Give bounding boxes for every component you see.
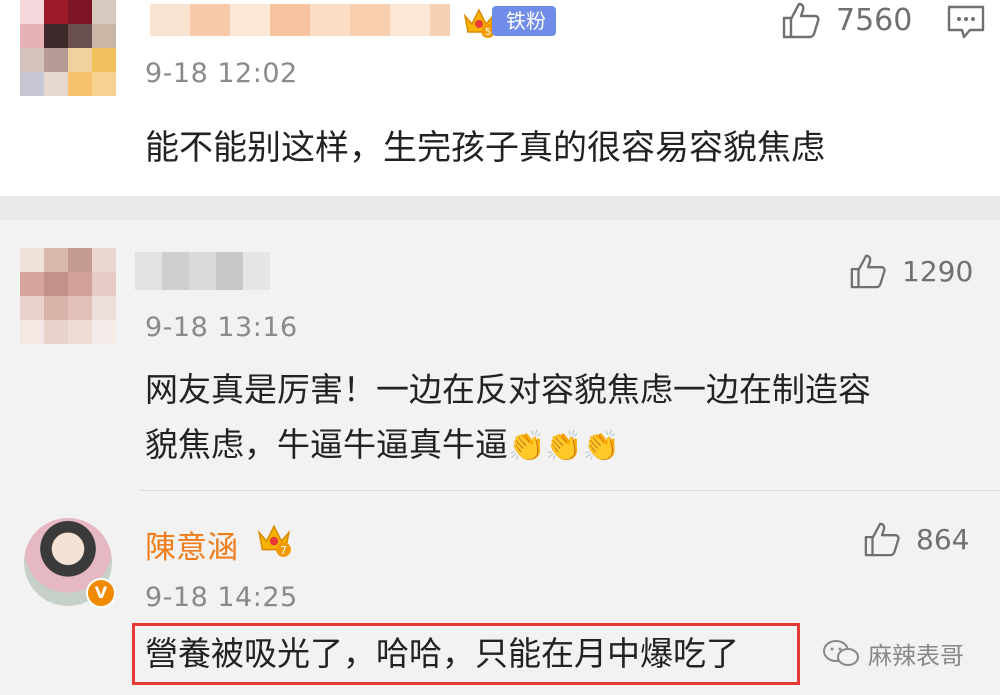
username-blurred[interactable]: [150, 4, 450, 36]
verified-badge: V: [86, 578, 116, 608]
username-blurred[interactable]: [135, 252, 270, 290]
crown-level-icon: 7: [257, 524, 291, 557]
avatar-blurred[interactable]: [20, 0, 116, 96]
section-divider: [0, 196, 1000, 220]
comment-text: 能不能别这样，生完孩子真的很容易容貌焦虑: [145, 128, 825, 168]
avatar-blurred[interactable]: [20, 248, 116, 344]
like-button[interactable]: 7560: [780, 0, 912, 40]
comment-text-line2-text: 貌焦虑，牛逼牛逼真牛逼: [145, 425, 508, 464]
reply-icon[interactable]: [946, 4, 986, 40]
fan-badge: 铁粉: [492, 6, 556, 36]
comment-time: 9-18 12:02: [145, 58, 298, 89]
comment-text-line1: 网友真是厉害！一边在反对容貌焦虑一边在制造容: [145, 370, 871, 409]
thumbs-up-icon: [864, 522, 900, 557]
crown-level: 5: [485, 27, 491, 38]
comment-separator: [140, 490, 1000, 491]
thumbs-up-icon: [782, 2, 820, 39]
comment-time: 9-18 13:16: [145, 312, 298, 343]
thumbs-up-icon: [850, 254, 886, 289]
crown-level-icon: 5: [463, 8, 495, 38]
like-count: 7560: [836, 2, 913, 38]
like-button[interactable]: 864: [862, 520, 969, 558]
watermark: 麻辣表哥: [822, 636, 964, 671]
comment-time: 9-18 14:25: [145, 582, 298, 613]
like-count: 864: [916, 522, 970, 556]
comment-text-line2: 貌焦虑，牛逼牛逼真牛逼👏👏👏: [145, 415, 620, 477]
clapping-hands-emoji: 👏👏👏: [508, 429, 621, 464]
comment-text: 營養被吸光了，哈哈，只能在月中爆吃了: [145, 634, 739, 673]
like-count: 1290: [902, 254, 974, 288]
like-button[interactable]: 1290: [848, 252, 973, 290]
watermark-text: 麻辣表哥: [868, 642, 964, 670]
wechat-icon: [823, 639, 859, 666]
username[interactable]: 陳意涵: [145, 522, 238, 567]
crown-level: 7: [280, 545, 287, 557]
